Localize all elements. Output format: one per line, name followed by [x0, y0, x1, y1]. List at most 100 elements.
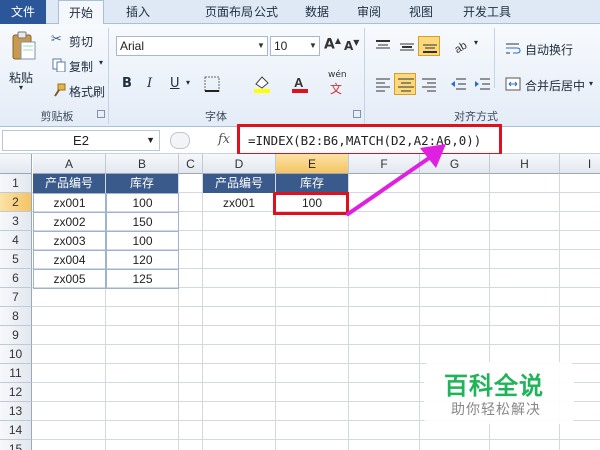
- row-header-6[interactable]: 6: [0, 269, 32, 288]
- tab-review[interactable]: 审阅: [352, 0, 386, 24]
- row-header-15[interactable]: 15: [0, 440, 32, 450]
- merge-center-button[interactable]: 合并后居中 ▾: [502, 74, 598, 94]
- group-separator: [364, 28, 365, 124]
- worksheet-grid[interactable]: ABCDEFGHI 1 2 3 4 5 6 7 8 9 10 11 12 13 14 15 产品编号 库存 …: [0, 144, 600, 450]
- row-header-9[interactable]: 9: [0, 326, 32, 345]
- shrink-font-icon[interactable]: A▼: [344, 38, 359, 53]
- formula-bar-splitter[interactable]: [170, 132, 190, 149]
- excel-window: 文件 开始 插入 页面布局 公式 数据 审阅 视图 开发工具 粘贴 ▾ ✂ 剪切: [0, 0, 600, 450]
- italic-button[interactable]: I: [147, 76, 152, 91]
- phonetic-icon: 文: [330, 82, 343, 96]
- row-header-4[interactable]: 4: [0, 231, 32, 250]
- table1-cell-stock[interactable]: 120: [106, 250, 179, 270]
- tab-view[interactable]: 视图: [404, 0, 438, 24]
- borders-icon[interactable]: [204, 76, 222, 92]
- table1-cell-stock[interactable]: 125: [106, 269, 179, 289]
- column-header-d[interactable]: D: [203, 154, 276, 174]
- decrease-indent-icon[interactable]: [450, 76, 468, 92]
- column-header-e[interactable]: E: [276, 154, 349, 174]
- table2-header-stock[interactable]: 库存: [276, 174, 348, 193]
- align-top-icon[interactable]: [374, 38, 392, 54]
- tab-file[interactable]: 文件: [0, 0, 46, 24]
- row-header-13[interactable]: 13: [0, 402, 32, 421]
- copy-button[interactable]: 复制 ▾: [48, 55, 114, 75]
- table1-cell-stock[interactable]: 100: [106, 231, 179, 251]
- row-header-1[interactable]: 1: [0, 174, 32, 193]
- increase-indent-icon[interactable]: [474, 76, 492, 92]
- insert-function-icon[interactable]: fx: [218, 132, 230, 147]
- chevron-down-icon: ▼: [257, 41, 265, 50]
- table2-header-id[interactable]: 产品编号: [203, 174, 275, 193]
- row-header-3[interactable]: 3: [0, 212, 32, 231]
- format-painter-button[interactable]: 格式刷: [48, 80, 114, 100]
- merge-icon: [505, 77, 521, 91]
- tab-formulas[interactable]: 公式: [246, 0, 286, 24]
- row-header-5[interactable]: 5: [0, 250, 32, 269]
- table1-header-id[interactable]: 产品编号: [33, 174, 105, 193]
- chevron-down-icon: ▾: [589, 79, 594, 88]
- merge-center-label: 合并后居中: [525, 79, 586, 93]
- table1-cell-stock[interactable]: 100: [106, 193, 179, 213]
- paste-icon: [12, 31, 36, 60]
- table1-cell-id[interactable]: zx004: [33, 250, 106, 270]
- align-middle-icon[interactable]: [398, 38, 416, 54]
- row-header-7[interactable]: 7: [0, 288, 32, 307]
- column-header-i[interactable]: I: [560, 154, 600, 174]
- chevron-down-icon[interactable]: ▾: [186, 78, 190, 87]
- orientation-icon[interactable]: ab: [452, 36, 474, 54]
- column-header-b[interactable]: B: [106, 154, 179, 174]
- font-size-select[interactable]: 10 ▼: [270, 36, 320, 56]
- result-highlight-box: [273, 192, 349, 215]
- row-header-14[interactable]: 14: [0, 421, 32, 440]
- table1-cell-id[interactable]: zx001: [33, 193, 106, 213]
- align-center-button[interactable]: [394, 73, 416, 95]
- watermark-title: 百科全说: [444, 372, 544, 400]
- select-all-corner[interactable]: [0, 154, 32, 174]
- align-center-icon: [398, 78, 414, 92]
- row-header-2[interactable]: 2: [0, 193, 32, 212]
- cut-button[interactable]: ✂ 剪切: [48, 30, 114, 50]
- phonetic-button[interactable]: wén 文: [326, 70, 352, 96]
- font-color-icon[interactable]: A: [290, 74, 310, 94]
- paste-button[interactable]: 粘贴 ▾: [4, 28, 42, 92]
- wrap-text-icon: [506, 43, 521, 54]
- wrap-text-button[interactable]: 自动换行: [502, 38, 598, 58]
- table2-cell-id[interactable]: zx001: [203, 194, 275, 213]
- table1-cell-stock[interactable]: 150: [106, 212, 179, 232]
- column-header-h[interactable]: H: [490, 154, 560, 174]
- align-bottom-icon: [423, 44, 437, 53]
- underline-button[interactable]: U: [170, 76, 180, 91]
- column-header-a[interactable]: A: [33, 154, 106, 174]
- table1-cell-id[interactable]: zx003: [33, 231, 106, 251]
- column-header-c[interactable]: C: [179, 154, 203, 174]
- align-right-icon[interactable]: [420, 76, 438, 92]
- row-header-12[interactable]: 12: [0, 383, 32, 402]
- watermark: 百科全说 助你轻松解决: [424, 362, 574, 424]
- tab-insert[interactable]: 插入: [118, 0, 158, 24]
- align-bottom-button[interactable]: [418, 36, 440, 56]
- clipboard-launcher-icon[interactable]: [97, 110, 105, 118]
- copy-label: 复制: [69, 60, 94, 74]
- fill-color-icon[interactable]: [252, 74, 274, 94]
- wrap-text-label: 自动换行: [525, 43, 574, 57]
- row-header-8[interactable]: 8: [0, 307, 32, 326]
- tab-home[interactable]: 开始: [58, 0, 104, 25]
- row-header-10[interactable]: 10: [0, 345, 32, 364]
- table1-cell-id[interactable]: zx005: [33, 269, 106, 289]
- bold-button[interactable]: B: [122, 76, 132, 91]
- row-header-11[interactable]: 11: [0, 364, 32, 383]
- chevron-down-icon[interactable]: ▾: [474, 38, 478, 47]
- chevron-down-icon: ▼: [146, 135, 155, 145]
- table1-header-stock[interactable]: 库存: [106, 174, 178, 193]
- tab-data[interactable]: 数据: [300, 0, 334, 24]
- align-left-icon[interactable]: [374, 76, 392, 92]
- font-launcher-icon[interactable]: [353, 110, 361, 118]
- pointer-arrow-icon: [346, 144, 446, 216]
- font-name-select[interactable]: Arial ▼: [116, 36, 268, 56]
- table1-cell-id[interactable]: zx002: [33, 212, 106, 232]
- format-painter-label: 格式刷: [69, 85, 106, 99]
- grow-font-icon[interactable]: A▲: [324, 36, 341, 53]
- name-box-value: E2: [73, 133, 89, 148]
- name-box[interactable]: E2 ▼: [2, 130, 160, 151]
- tab-developer[interactable]: 开发工具: [456, 0, 518, 24]
